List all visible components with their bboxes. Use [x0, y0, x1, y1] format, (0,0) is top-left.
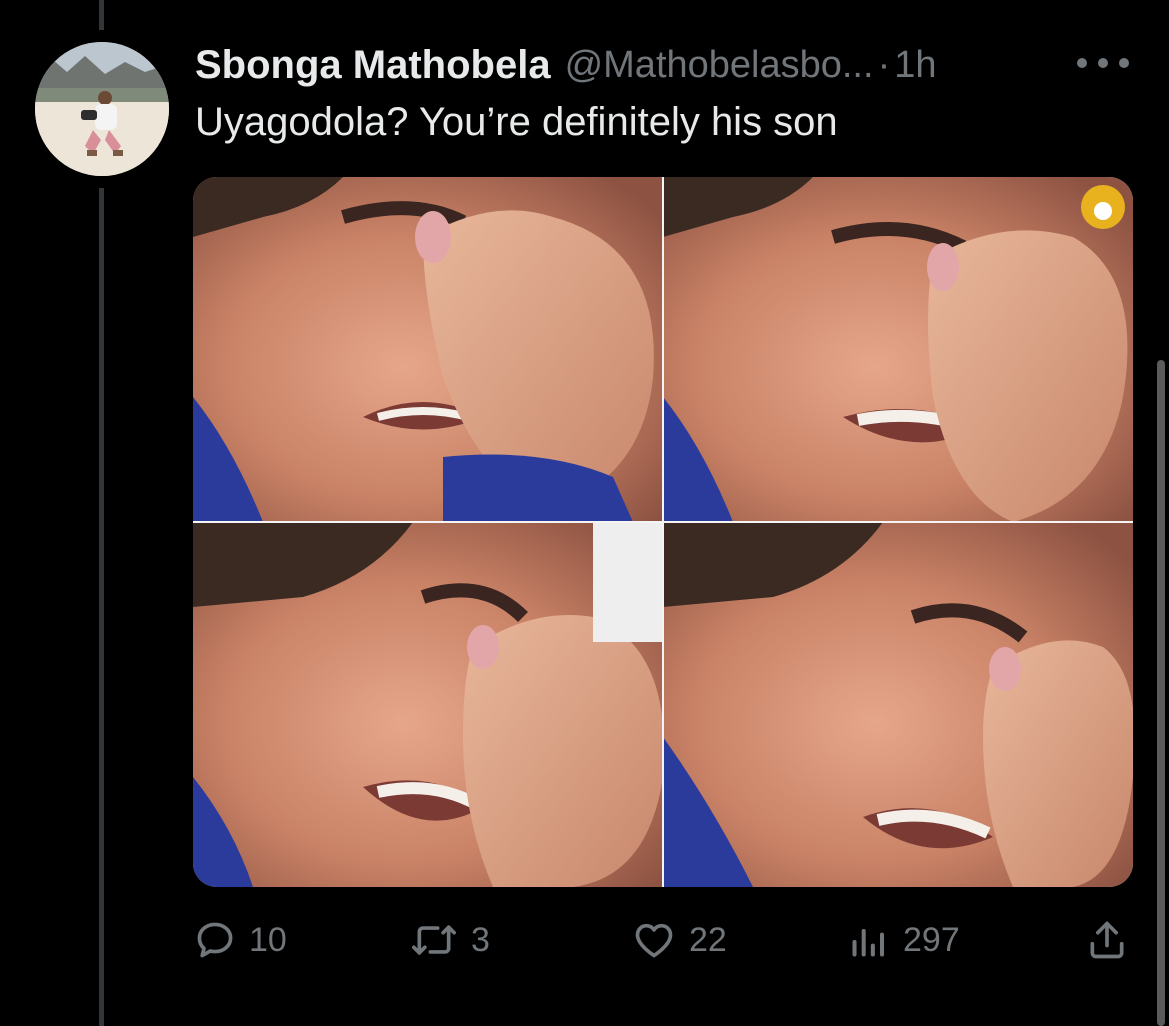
tweet-text: Uyagodola? You’re definitely his son	[195, 100, 838, 144]
thread-line-top	[99, 0, 104, 30]
meme-panel-4	[663, 522, 1133, 887]
share-button[interactable]	[1085, 910, 1129, 970]
thread-line	[99, 188, 104, 1026]
timestamp[interactable]: 1h	[894, 44, 936, 87]
meme-panel-3	[193, 522, 665, 887]
heart-icon	[635, 923, 673, 958]
more-dot	[1119, 58, 1129, 68]
tweet-header: Sbonga Mathobela @Mathobelasbo... · 1h	[195, 40, 937, 90]
meme-panel-2	[663, 177, 1133, 523]
like-button[interactable]: 22	[631, 910, 727, 970]
user-handle[interactable]: @Mathobelasbo...	[565, 44, 874, 87]
views-icon	[852, 929, 885, 957]
display-name[interactable]: Sbonga Mathobela	[195, 43, 551, 88]
tweet-page: Sbonga Mathobela @Mathobelasbo... · 1h U…	[0, 0, 1169, 1026]
scrollbar[interactable]	[1157, 360, 1165, 1026]
separator-dot: ·	[877, 43, 891, 86]
more-dot	[1098, 58, 1108, 68]
tweet-media-image[interactable]	[193, 177, 1133, 887]
views-count: 297	[903, 920, 960, 959]
meme-panel-1	[193, 177, 663, 522]
views-button[interactable]: 297	[847, 910, 960, 970]
reply-count: 10	[249, 920, 287, 959]
retweet-icon	[412, 925, 456, 955]
share-icon	[1090, 921, 1124, 959]
avatar[interactable]	[35, 42, 169, 176]
retweet-count: 3	[471, 920, 490, 959]
like-count: 22	[689, 920, 727, 959]
reply-icon	[197, 922, 233, 958]
retweet-button[interactable]: 3	[409, 910, 490, 970]
reply-button[interactable]: 10	[193, 910, 287, 970]
more-dot	[1077, 58, 1087, 68]
more-horizontal-icon[interactable]	[1077, 46, 1129, 80]
tweet-actions: 10 3 22 297	[193, 910, 1133, 970]
